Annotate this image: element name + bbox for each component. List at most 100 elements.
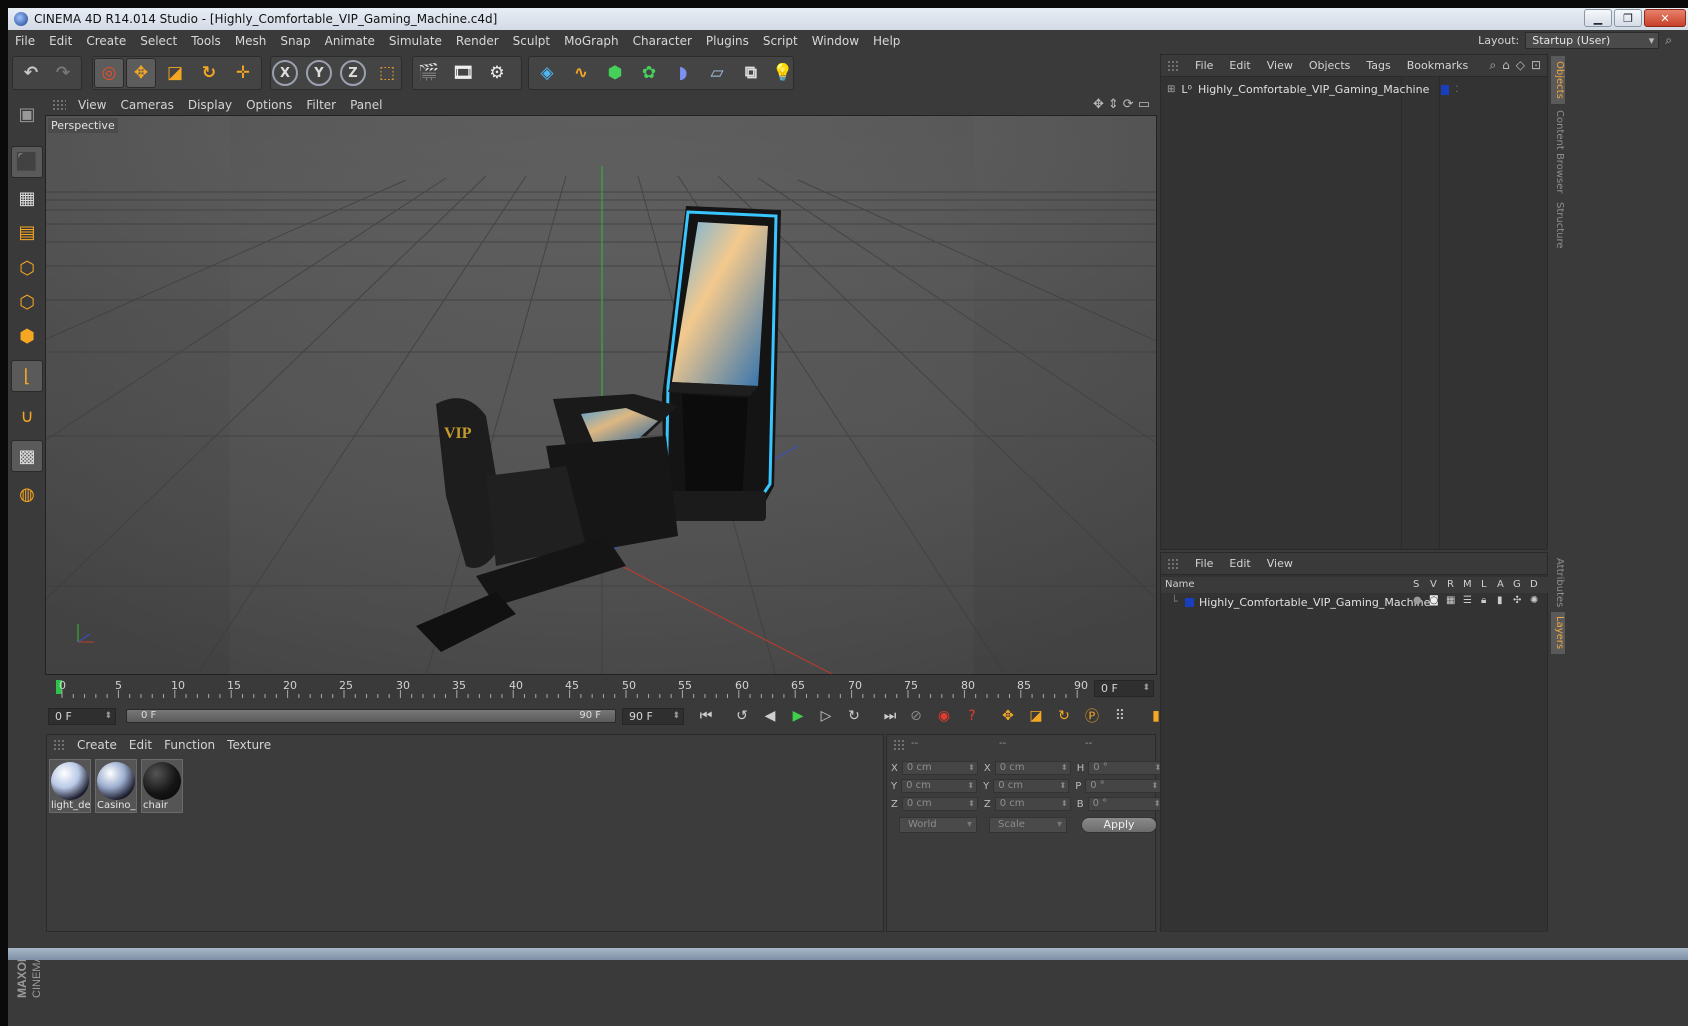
subdivision-surface-icon[interactable]: ⬢: [600, 58, 630, 88]
live-selection-icon[interactable]: ◎: [94, 58, 124, 88]
undo-icon[interactable]: ↶: [16, 58, 46, 88]
layers-menu-view[interactable]: View: [1259, 557, 1301, 570]
render-picture-viewer-icon[interactable]: 🎞: [448, 58, 478, 88]
snapping-icon[interactable]: ∪: [11, 400, 43, 432]
viewport-menu-cameras[interactable]: Cameras: [114, 98, 181, 112]
menu-simulate[interactable]: Simulate: [382, 34, 449, 48]
workplane-snap-icon[interactable]: ◍: [11, 478, 43, 510]
rotation-h-field[interactable]: 0 °: [1088, 761, 1165, 775]
viewport-menu-options[interactable]: Options: [240, 98, 300, 112]
tab-structure[interactable]: Structure: [1551, 200, 1565, 250]
objects-menu-file[interactable]: File: [1187, 59, 1221, 72]
redo-icon[interactable]: ↷: [48, 58, 78, 88]
rotation-p-field[interactable]: 0 °: [1085, 779, 1162, 793]
objects-menu-tags[interactable]: Tags: [1358, 59, 1398, 72]
texture-mode-icon[interactable]: ▦: [11, 182, 43, 214]
next-key-icon[interactable]: ↻: [842, 704, 866, 728]
objects-menu-view[interactable]: View: [1259, 59, 1301, 72]
layer-color-swatch[interactable]: [1185, 598, 1194, 607]
maximize-view-icon[interactable]: ▭: [1138, 97, 1150, 112]
render-toggle-icon[interactable]: ▦: [1446, 595, 1455, 606]
viewport-menu-display[interactable]: Display: [182, 98, 240, 112]
apply-button[interactable]: Apply: [1081, 817, 1157, 833]
panel-grip-icon[interactable]: [52, 99, 66, 111]
size-z-field[interactable]: 0 cm: [994, 797, 1071, 811]
y-axis-lock-icon[interactable]: Y: [306, 60, 332, 86]
pan-view-icon[interactable]: ✥: [1093, 97, 1104, 112]
viewport-menu-filter[interactable]: Filter: [300, 98, 344, 112]
position-x-field[interactable]: 0 cm: [901, 761, 978, 775]
material-menu-create[interactable]: Create: [71, 738, 123, 752]
layer-name[interactable]: Highly_Comfortable_VIP_Gaming_Machine: [1199, 596, 1430, 609]
move-tool-icon[interactable]: ✥: [126, 58, 156, 88]
mograph-cloner-icon[interactable]: ✿: [634, 58, 664, 88]
menu-render[interactable]: Render: [449, 34, 506, 48]
menu-edit[interactable]: Edit: [42, 34, 79, 48]
material-swatch[interactable]: chair: [141, 759, 183, 813]
visible-toggle-icon[interactable]: ◙: [1429, 595, 1439, 606]
workplane-mode-icon[interactable]: ▤: [11, 216, 43, 248]
objects-menu-bookmarks[interactable]: Bookmarks: [1399, 59, 1476, 72]
floor-object-icon[interactable]: ▱: [702, 58, 732, 88]
new-panel-icon[interactable]: ⊡: [1531, 58, 1541, 73]
spline-pen-icon[interactable]: ∿: [566, 58, 596, 88]
viewport-menu-view[interactable]: View: [72, 98, 114, 112]
play-forward-icon[interactable]: ▶: [786, 704, 810, 728]
home-icon[interactable]: ⌂: [1502, 58, 1510, 73]
rotate-tool-icon[interactable]: ↻: [194, 58, 224, 88]
size-y-field[interactable]: 0 cm: [993, 779, 1070, 793]
menu-plugins[interactable]: Plugins: [699, 34, 756, 48]
camera-object-icon[interactable]: ⧉: [736, 58, 766, 88]
material-menu-edit[interactable]: Edit: [123, 738, 158, 752]
menu-script[interactable]: Script: [756, 34, 805, 48]
menu-mograph[interactable]: MoGraph: [557, 34, 626, 48]
frame-range-slider[interactable]: 0 F 90 F: [126, 709, 616, 723]
material-swatch[interactable]: light_de: [49, 759, 91, 813]
model-mode-icon[interactable]: ⬛: [11, 146, 43, 178]
manager-toggle-icon[interactable]: ☰: [1463, 595, 1472, 606]
expand-icon[interactable]: ⊞: [1167, 84, 1175, 95]
panel-grip-icon[interactable]: [1167, 557, 1179, 570]
menu-create[interactable]: Create: [79, 34, 133, 48]
make-editable-icon[interactable]: ▣: [11, 98, 43, 130]
maximize-button[interactable]: ❐: [1614, 9, 1642, 27]
animation-toggle-icon[interactable]: ▮: [1497, 595, 1503, 606]
layers-menu-file[interactable]: File: [1187, 557, 1221, 570]
orbit-view-icon[interactable]: ⟳: [1123, 97, 1134, 112]
menu-snap[interactable]: Snap: [273, 34, 317, 48]
material-menu-texture[interactable]: Texture: [221, 738, 277, 752]
panel-grip-icon[interactable]: [53, 739, 65, 751]
points-mode-icon[interactable]: ⬡: [11, 252, 43, 284]
generator-toggle-icon[interactable]: ✣: [1513, 595, 1521, 606]
panel-grip-icon[interactable]: [1167, 59, 1179, 72]
go-to-start-icon[interactable]: ⏮: [694, 704, 718, 728]
objects-menu-edit[interactable]: Edit: [1221, 59, 1258, 72]
menu-window[interactable]: Window: [805, 34, 866, 48]
keyframe-selection-icon[interactable]: ?: [960, 704, 984, 728]
viewport-menu-panel[interactable]: Panel: [344, 98, 390, 112]
coordinate-space-dropdown[interactable]: World: [899, 817, 977, 833]
key-rotation-icon[interactable]: ↻: [1052, 704, 1076, 728]
object-list-item[interactable]: ⊞ L⁰ Highly_Comfortable_VIP_Gaming_Machi…: [1167, 83, 1458, 96]
tab-layers[interactable]: Layers: [1551, 612, 1565, 654]
light-object-icon[interactable]: 💡: [768, 58, 798, 88]
menu-select[interactable]: Select: [133, 34, 184, 48]
record-keys-icon[interactable]: ⊘: [904, 704, 928, 728]
workplane-lock-icon[interactable]: ▩: [11, 440, 43, 472]
x-axis-lock-icon[interactable]: X: [272, 60, 298, 86]
end-frame-field[interactable]: 90 F: [622, 708, 684, 725]
current-frame-field[interactable]: 0 F: [1094, 680, 1154, 697]
timeline-ruler[interactable]: 0 5 10 15 20 25 30 35 40 45 50 55 60 65 …: [46, 676, 1156, 700]
deformer-bend-icon[interactable]: ◗: [668, 58, 698, 88]
deformer-toggle-icon[interactable]: ✺: [1530, 595, 1538, 606]
tab-objects[interactable]: Objects: [1551, 56, 1565, 104]
render-settings-icon[interactable]: ⚙: [482, 58, 512, 88]
position-y-field[interactable]: 0 cm: [901, 779, 978, 793]
previous-frame-icon[interactable]: ◀: [758, 704, 782, 728]
menu-sculpt[interactable]: Sculpt: [506, 34, 557, 48]
cube-object-icon[interactable]: ◈: [532, 58, 562, 88]
go-to-end-icon[interactable]: ⏭: [878, 704, 902, 728]
menu-character[interactable]: Character: [626, 34, 699, 48]
material-menu-function[interactable]: Function: [158, 738, 221, 752]
close-button[interactable]: ✕: [1644, 9, 1686, 27]
